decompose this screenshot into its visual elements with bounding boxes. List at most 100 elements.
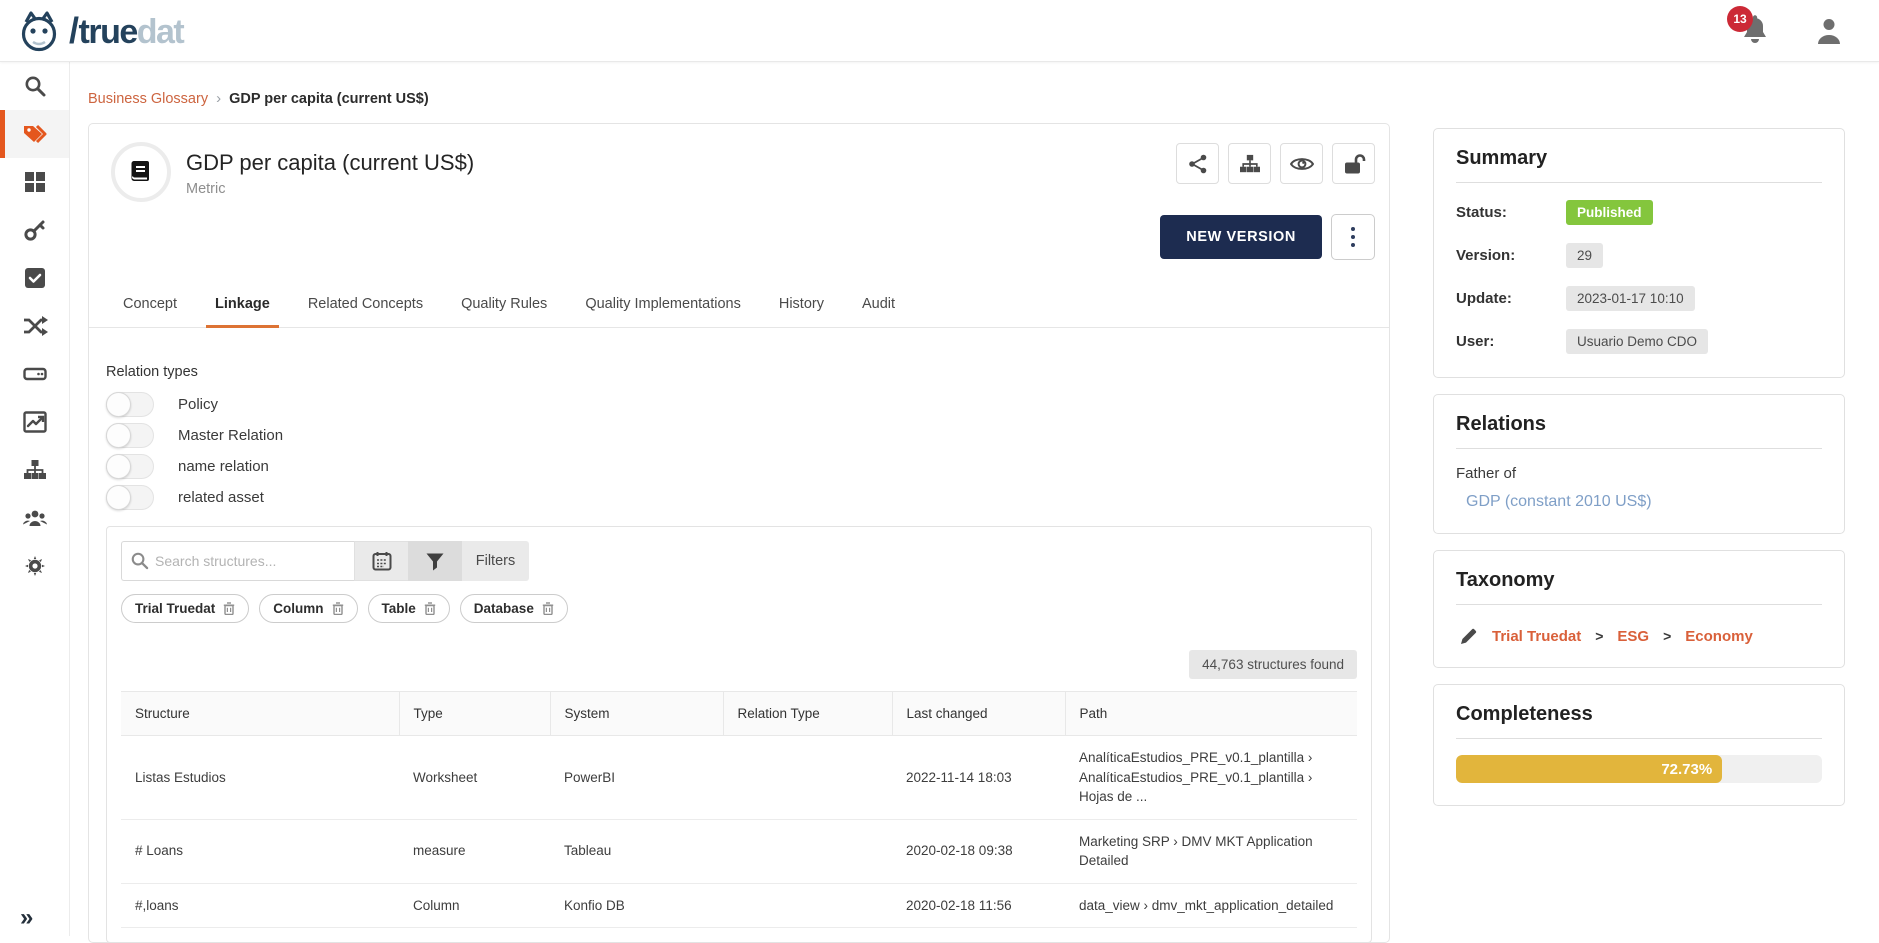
summary-card: Summary Status: Published Version: 29 Up… bbox=[1433, 128, 1845, 378]
relation-types-label: Relation types bbox=[106, 364, 1389, 380]
filters-button[interactable]: Filters bbox=[462, 541, 529, 581]
sidebar-item-lineage[interactable] bbox=[0, 302, 69, 350]
toggle-related-asset[interactable] bbox=[106, 485, 154, 510]
unlock-icon bbox=[1342, 153, 1366, 175]
concept-tabs: Concept Linkage Related Concepts Quality… bbox=[89, 296, 1389, 328]
toggle-related-asset-label: related asset bbox=[178, 489, 264, 506]
pencil-icon[interactable] bbox=[1460, 627, 1478, 645]
relations-title: Relations bbox=[1456, 413, 1822, 449]
new-version-button[interactable]: NEW VERSION bbox=[1160, 215, 1322, 259]
share-button[interactable] bbox=[1176, 143, 1219, 184]
filter-chip-database[interactable]: Database bbox=[460, 594, 568, 623]
tab-linkage[interactable]: Linkage bbox=[215, 296, 270, 327]
drive-icon bbox=[23, 363, 47, 385]
sidebar-item-users[interactable] bbox=[0, 494, 69, 542]
column-header-path[interactable]: Path bbox=[1065, 692, 1357, 736]
cell-structure: Listas Estudios bbox=[121, 736, 399, 820]
toggle-policy[interactable] bbox=[106, 392, 154, 417]
table-row[interactable]: Listas Estudios Worksheet PowerBI 2022-1… bbox=[121, 736, 1357, 820]
sidebar-item-settings[interactable] bbox=[0, 542, 69, 590]
cell-path: Marketing SRP › DMV MKT Application Deta… bbox=[1065, 819, 1357, 883]
notifications-bell[interactable]: 13 bbox=[1741, 14, 1771, 48]
filter-chip-trial-truedat[interactable]: Trial Truedat bbox=[121, 594, 249, 623]
sidebar-item-structures[interactable] bbox=[0, 350, 69, 398]
table-row[interactable]: # Loans measure Tableau 2020-02-18 09:38… bbox=[121, 819, 1357, 883]
shuffle-icon bbox=[22, 315, 48, 337]
structure-tree-button[interactable] bbox=[1228, 143, 1271, 184]
sidebar-item-organization[interactable] bbox=[0, 446, 69, 494]
completeness-progress-track: 72.73% bbox=[1456, 755, 1822, 783]
logo-wordmark: /truedat bbox=[66, 13, 183, 49]
sitemap-icon bbox=[23, 459, 47, 481]
search-icon bbox=[130, 551, 149, 570]
concept-title-row: GDP per capita (current US$) Metric bbox=[89, 124, 1389, 296]
chip-label: Trial Truedat bbox=[135, 601, 215, 616]
filter-chip-table[interactable]: Table bbox=[368, 594, 450, 623]
toggle-master-relation-label: Master Relation bbox=[178, 427, 283, 444]
version-label: Version: bbox=[1456, 247, 1566, 264]
cell-relation-type bbox=[723, 736, 892, 820]
tab-related-concepts[interactable]: Related Concepts bbox=[308, 296, 423, 327]
gear-icon bbox=[23, 554, 47, 578]
sidebar-item-dashboards[interactable] bbox=[0, 158, 69, 206]
watch-button[interactable] bbox=[1280, 143, 1323, 184]
sidebar-expand-button[interactable]: » bbox=[20, 904, 31, 932]
column-header-relation-type[interactable]: Relation Type bbox=[723, 692, 892, 736]
filter-chip-column[interactable]: Column bbox=[259, 594, 357, 623]
tab-quality-implementations[interactable]: Quality Implementations bbox=[585, 296, 741, 327]
relation-kind-label: Father of bbox=[1456, 465, 1822, 482]
tab-concept[interactable]: Concept bbox=[123, 296, 177, 327]
trash-icon[interactable] bbox=[542, 602, 554, 615]
cell-last-changed: 2020-02-18 11:56 bbox=[892, 883, 1065, 928]
breadcrumb: Business Glossary › GDP per capita (curr… bbox=[88, 90, 429, 107]
cell-system: PowerBI bbox=[550, 736, 723, 820]
taxonomy-link-domain[interactable]: Trial Truedat bbox=[1492, 628, 1581, 645]
cell-last-changed: 2020-02-18 09:38 bbox=[892, 819, 1065, 883]
related-concept-link[interactable]: GDP (constant 2010 US$) bbox=[1466, 493, 1822, 511]
search-icon bbox=[23, 74, 47, 98]
taxonomy-link-leaf[interactable]: Economy bbox=[1685, 628, 1753, 645]
breadcrumb-parent-link[interactable]: Business Glossary bbox=[88, 91, 208, 107]
tab-history[interactable]: History bbox=[779, 296, 824, 327]
trash-icon[interactable] bbox=[332, 602, 344, 615]
completeness-progress-fill: 72.73% bbox=[1456, 755, 1722, 783]
column-header-system[interactable]: System bbox=[550, 692, 723, 736]
tab-audit[interactable]: Audit bbox=[862, 296, 895, 327]
sidebar-item-search[interactable] bbox=[0, 62, 69, 110]
column-header-last-changed[interactable]: Last changed bbox=[892, 692, 1065, 736]
funnel-icon bbox=[425, 552, 445, 571]
update-badge: 2023-01-17 10:10 bbox=[1566, 286, 1695, 311]
sitemap-icon bbox=[1239, 154, 1261, 174]
user-menu[interactable] bbox=[1815, 16, 1843, 46]
user-badge: Usuario Demo CDO bbox=[1566, 329, 1708, 354]
trash-icon[interactable] bbox=[223, 602, 235, 615]
taxonomy-link-subdomain[interactable]: ESG bbox=[1617, 628, 1649, 645]
chip-label: Column bbox=[273, 601, 323, 616]
table-row[interactable]: #,loans Column Konfio DB 2020-02-18 11:5… bbox=[121, 883, 1357, 928]
sidebar-item-quality[interactable] bbox=[0, 254, 69, 302]
cell-system: Konfio DB bbox=[550, 883, 723, 928]
toggle-master-relation[interactable] bbox=[106, 423, 154, 448]
more-actions-button[interactable] bbox=[1331, 214, 1375, 260]
cell-type: measure bbox=[399, 819, 550, 883]
taxonomy-card: Taxonomy Trial Truedat > ESG > Economy bbox=[1433, 550, 1845, 668]
update-label: Update: bbox=[1456, 290, 1566, 307]
column-header-type[interactable]: Type bbox=[399, 692, 550, 736]
unlock-button[interactable] bbox=[1332, 143, 1375, 184]
sidebar-item-analytics[interactable] bbox=[0, 398, 69, 446]
sidebar-item-glossary[interactable] bbox=[0, 110, 69, 158]
toggle-name-relation[interactable] bbox=[106, 454, 154, 479]
date-filter-button[interactable] bbox=[354, 541, 408, 581]
sidebar-item-access[interactable] bbox=[0, 206, 69, 254]
right-rail: Summary Status: Published Version: 29 Up… bbox=[1433, 128, 1845, 822]
relation-types-section: Relation types Policy Master Relation na… bbox=[89, 328, 1389, 510]
user-label: User: bbox=[1456, 333, 1566, 350]
trash-icon[interactable] bbox=[424, 602, 436, 615]
search-structures-input[interactable] bbox=[121, 541, 354, 581]
filter-funnel-button[interactable] bbox=[408, 541, 462, 581]
truedat-logo[interactable]: /truedat bbox=[16, 8, 183, 54]
tab-quality-rules[interactable]: Quality Rules bbox=[461, 296, 547, 327]
cell-path: AnalíticaEstudios_PRE_v0.1_plantilla › A… bbox=[1065, 736, 1357, 820]
column-header-structure[interactable]: Structure bbox=[121, 692, 399, 736]
cell-structure: #,loans bbox=[121, 883, 399, 928]
